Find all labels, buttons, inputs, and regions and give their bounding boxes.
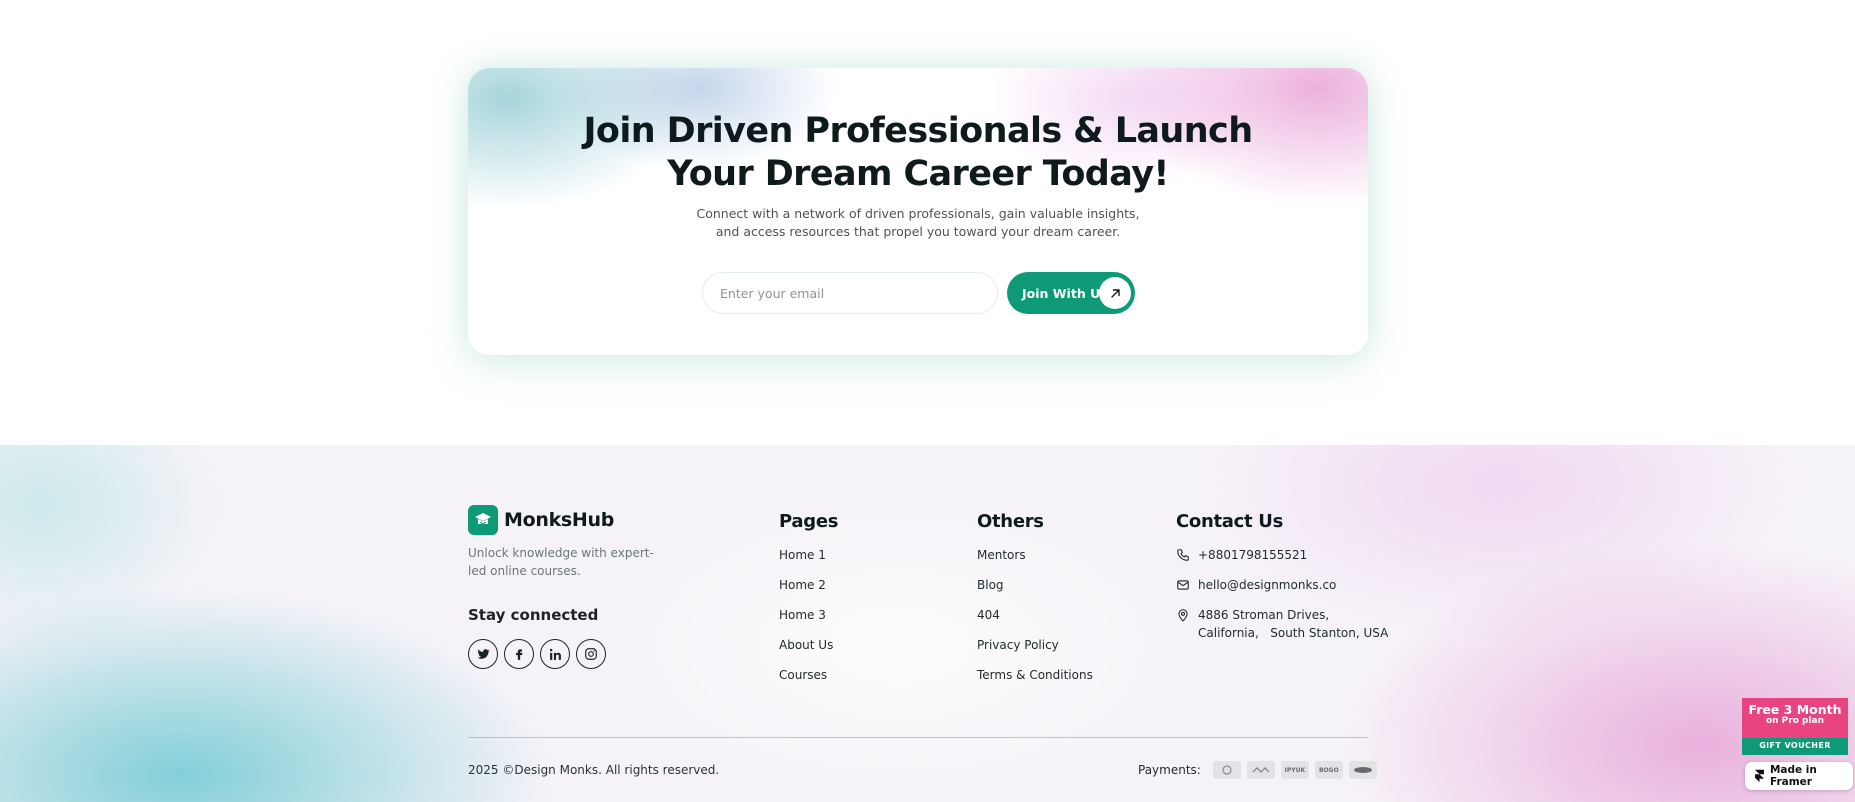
payment-logo-5-icon	[1348, 761, 1377, 779]
contact-email: hello@designmonks.co	[1198, 578, 1337, 592]
instagram-icon[interactable]	[576, 639, 606, 669]
others-heading: Others	[977, 511, 1044, 532]
footer-link-about-us[interactable]: About Us	[779, 638, 838, 668]
arrow-up-right-icon	[1099, 277, 1131, 309]
phone-icon	[1177, 549, 1189, 561]
footer-link-courses[interactable]: Courses	[779, 668, 838, 698]
linkedin-icon[interactable]	[540, 639, 570, 669]
contact-email-row[interactable]: hello@designmonks.co	[1176, 578, 1388, 608]
promo-voucher-label: GIFT VOUCHER	[1742, 738, 1848, 755]
footer-contact-column: Contact Us +8801798155521 hello@designmo…	[1176, 511, 1388, 642]
twitter-icon[interactable]	[468, 639, 498, 669]
framer-badge-label: Made in Framer	[1769, 764, 1817, 788]
social-links	[468, 639, 606, 669]
footer-gradient-background	[0, 445, 1855, 802]
mail-icon	[1177, 580, 1189, 590]
footer-brand[interactable]: MonksHub	[468, 505, 614, 535]
site-footer: MonksHub Unlock knowledge with expert-le…	[0, 445, 1855, 802]
copyright-text: 2025 ©Design Monks. All rights reserved.	[468, 763, 720, 777]
email-input[interactable]	[702, 272, 998, 314]
newsletter-cta-card: Join Driven Professionals & Launch Your …	[468, 68, 1368, 355]
brand-description: Unlock knowledge with expert-led online …	[468, 546, 654, 578]
contact-heading: Contact Us	[1176, 511, 1284, 532]
footer-pages-column: Pages Home 1 Home 2 Home 3 About Us Cour…	[779, 511, 838, 698]
payment-logo-1-icon	[1212, 761, 1241, 779]
payment-logo-2-icon	[1246, 761, 1275, 779]
address-line-2: California, South Stanton, USA	[1198, 626, 1389, 640]
footer-link-404[interactable]: 404	[977, 608, 1093, 638]
contact-address-row: 4886 Stroman Drives, California, South S…	[1176, 606, 1388, 642]
brand-name: MonksHub	[504, 509, 615, 531]
payment-logo-bogo: BOGO	[1314, 761, 1343, 779]
footer-link-home-3[interactable]: Home 3	[779, 608, 838, 638]
cta-title-line-2: Your Dream Career Today!	[667, 154, 1169, 194]
payments-label: Payments:	[1138, 763, 1201, 777]
pages-heading: Pages	[779, 511, 839, 532]
promo-headline: Free 3 Month	[1748, 702, 1842, 717]
address-line-1: 4886 Stroman Drives,	[1198, 608, 1330, 622]
payment-methods: Payments: IPYUK BOGO	[1138, 761, 1377, 779]
footer-link-blog[interactable]: Blog	[977, 578, 1093, 608]
cta-subtitle: Connect with a network of driven profess…	[696, 206, 1140, 239]
footer-link-privacy-policy[interactable]: Privacy Policy	[977, 638, 1093, 668]
cta-title: Join Driven Professionals & Launch Your …	[468, 110, 1368, 196]
framer-logo-icon	[1755, 769, 1764, 783]
facebook-icon[interactable]	[504, 639, 534, 669]
graduation-cap-logo-icon	[468, 505, 498, 535]
footer-link-mentors[interactable]: Mentors	[977, 548, 1093, 578]
join-button-label: Join With Us	[1022, 285, 1108, 301]
location-pin-icon	[1178, 609, 1188, 622]
footer-link-terms[interactable]: Terms & Conditions	[977, 668, 1093, 698]
footer-others-column: Others Mentors Blog 404 Privacy Policy T…	[977, 511, 1093, 698]
promo-gift-voucher[interactable]: Free 3 Month on Pro plan GIFT VOUCHER	[1742, 698, 1848, 755]
contact-address: 4886 Stroman Drives, California, South S…	[1198, 606, 1388, 642]
stay-connected-heading: Stay connected	[468, 606, 599, 624]
promo-subline: on Pro plan	[1765, 716, 1825, 726]
cta-title-line-1: Join Driven Professionals & Launch	[583, 111, 1253, 151]
join-with-us-button[interactable]: Join With Us	[1007, 272, 1135, 314]
footer-link-home-2[interactable]: Home 2	[779, 578, 838, 608]
made-in-framer-badge[interactable]: Made in Framer	[1745, 762, 1853, 790]
contact-phone-row[interactable]: +8801798155521	[1176, 548, 1388, 578]
contact-phone: +8801798155521	[1198, 548, 1308, 562]
payment-logo-ipyuk: IPYUK	[1280, 761, 1309, 779]
footer-divider	[468, 737, 1368, 738]
footer-link-home-1[interactable]: Home 1	[779, 548, 838, 578]
